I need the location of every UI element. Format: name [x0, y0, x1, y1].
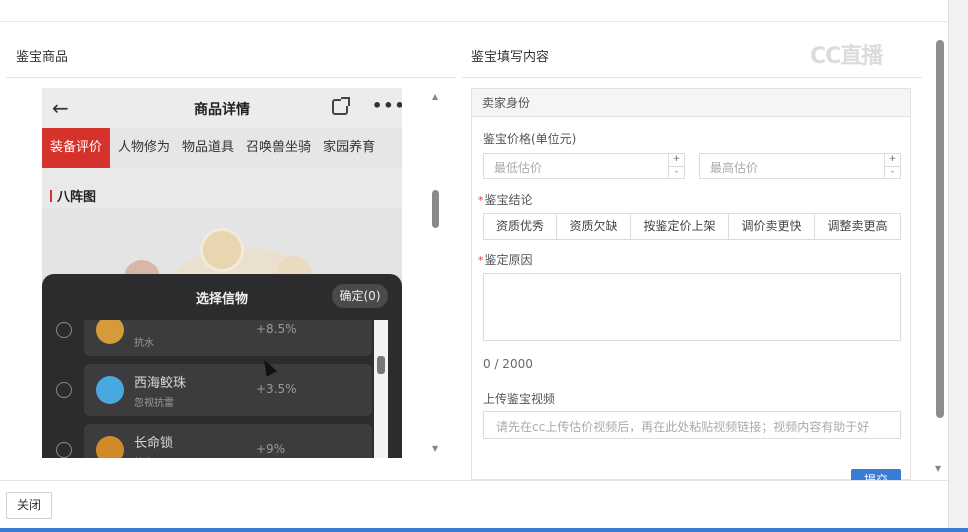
dialog-footer: [0, 480, 948, 532]
list-item[interactable]: 长命锁 抗水 +9%: [42, 424, 372, 458]
max-price-stepper[interactable]: + -: [884, 154, 900, 178]
radio-button[interactable]: [56, 442, 72, 458]
phone-section-title: 八阵图: [50, 186, 96, 205]
left-panel-divider: [6, 77, 456, 78]
share-icon[interactable]: [332, 97, 350, 115]
min-price-stepper[interactable]: + -: [668, 154, 684, 178]
option-raise-price[interactable]: 调整卖更高: [814, 214, 900, 239]
formation-center-icon: [200, 228, 244, 272]
tab-character-cultivation[interactable]: 人物修为: [114, 128, 174, 168]
item-attribute: 抗水: [134, 454, 154, 458]
right-scrollbar-thumb[interactable]: [936, 40, 944, 418]
close-button[interactable]: 关闭: [6, 492, 52, 519]
item-card[interactable]: 长命锁 抗水 +9%: [84, 424, 372, 458]
list-item[interactable]: 抗水 +8.5%: [42, 320, 372, 356]
item-card[interactable]: 抗水 +8.5%: [84, 320, 372, 356]
item-attribute: 抗水: [134, 338, 154, 349]
phone-navbar: ← 商品详情 •••: [42, 88, 402, 128]
item-bonus: +8.5%: [256, 322, 297, 336]
decrement-icon[interactable]: -: [885, 166, 900, 178]
scroll-down-icon[interactable]: ▼: [432, 444, 438, 453]
watermark-logo: CC直播: [810, 44, 883, 69]
taskbar-edge: [0, 528, 968, 532]
gourd-icon: [96, 320, 124, 344]
option-list-at-appraised-price[interactable]: 按鉴定价上架: [630, 214, 728, 239]
conclusion-label: 鉴宝结论: [478, 191, 533, 208]
video-link-placeholder: 请先在cc上传估价视频后，再在此处粘贴视频链接；视频内容有助于好: [496, 420, 870, 434]
left-panel-title: 鉴宝商品: [16, 50, 69, 65]
scroll-up-icon[interactable]: ▲: [432, 92, 438, 101]
seller-identity-header: 卖家身份: [472, 89, 910, 117]
increment-icon[interactable]: +: [669, 154, 684, 166]
radio-button[interactable]: [56, 382, 72, 398]
right-panel-title: 鉴宝填写内容: [471, 50, 550, 65]
appraisal-form: 卖家身份 鉴宝价格(单位元) 最低估价 + - 最高估价 + - 鉴宝结论 资质…: [471, 88, 911, 485]
reason-char-counter: 0 / 2000: [483, 357, 533, 371]
option-deficient[interactable]: 资质欠缺: [556, 214, 630, 239]
item-attribute: 忽视抗雷: [134, 398, 174, 409]
item-bonus: +9%: [256, 442, 286, 456]
video-link-input[interactable]: 请先在cc上传估价视频后，再在此处粘贴视频链接；视频内容有助于好: [483, 411, 901, 439]
tab-home[interactable]: 家园养育: [319, 128, 379, 168]
sheet-scrollbar[interactable]: [374, 320, 388, 458]
option-excellent[interactable]: 资质优秀: [484, 214, 556, 239]
confirm-button[interactable]: 确定(0): [332, 284, 388, 308]
left-panel-scrollbar-thumb[interactable]: [432, 190, 439, 228]
radio-button[interactable]: [56, 322, 72, 338]
window-edge: [948, 0, 968, 532]
more-icon[interactable]: •••: [372, 96, 402, 115]
conclusion-options: 资质优秀 资质欠缺 按鉴定价上架 调价卖更快 调整卖更高: [483, 213, 901, 240]
item-name: 西海鲛珠: [134, 376, 187, 391]
decrement-icon[interactable]: -: [669, 166, 684, 178]
option-lower-price[interactable]: 调价卖更快: [728, 214, 814, 239]
token-list[interactable]: 抗水 +8.5% 西海鲛珠 忽视抗雷 +3.5% 长命锁 +9%: [42, 320, 388, 458]
right-panel-divider: [462, 77, 922, 78]
sheet-scrollbar-thumb[interactable]: [377, 356, 385, 374]
phone-tab-bar: 装备评价 人物修为 物品道具 召唤兽坐骑 家园养育: [42, 128, 402, 168]
tab-items[interactable]: 物品道具: [178, 128, 238, 168]
list-item[interactable]: 西海鲛珠 忽视抗雷 +3.5%: [42, 364, 372, 416]
increment-icon[interactable]: +: [885, 154, 900, 166]
item-bonus: +3.5%: [256, 382, 297, 396]
max-price-placeholder: 最高估价: [710, 161, 759, 175]
token-select-sheet: 选择信物 确定(0) 抗水 +8.5% 西海鲛珠 忽视抗雷 +3.5% 长命锁 …: [42, 274, 402, 458]
price-label: 鉴宝价格(单位元): [483, 132, 577, 146]
reason-textarea[interactable]: [483, 273, 901, 341]
tab-equipment-review[interactable]: 装备评价: [42, 128, 111, 168]
scroll-down-icon[interactable]: ▼: [935, 464, 941, 473]
top-strip: [0, 0, 948, 22]
tab-summons-mounts[interactable]: 召唤兽坐骑: [242, 128, 315, 168]
item-card[interactable]: 西海鲛珠 忽视抗雷 +3.5%: [84, 364, 372, 416]
phone-preview: ← 商品详情 ••• 装备评价 人物修为 物品道具 召唤兽坐骑 家园养育 八阵图…: [42, 88, 402, 458]
item-name: 长命锁: [134, 436, 174, 451]
lock-icon: [96, 436, 124, 458]
min-price-placeholder: 最低估价: [494, 161, 543, 175]
pearl-icon: [96, 376, 124, 404]
reason-label: 鉴定原因: [478, 251, 533, 268]
min-price-input[interactable]: 最低估价 + -: [483, 153, 685, 179]
video-label: 上传鉴宝视频: [483, 392, 556, 406]
max-price-input[interactable]: 最高估价 + -: [699, 153, 901, 179]
